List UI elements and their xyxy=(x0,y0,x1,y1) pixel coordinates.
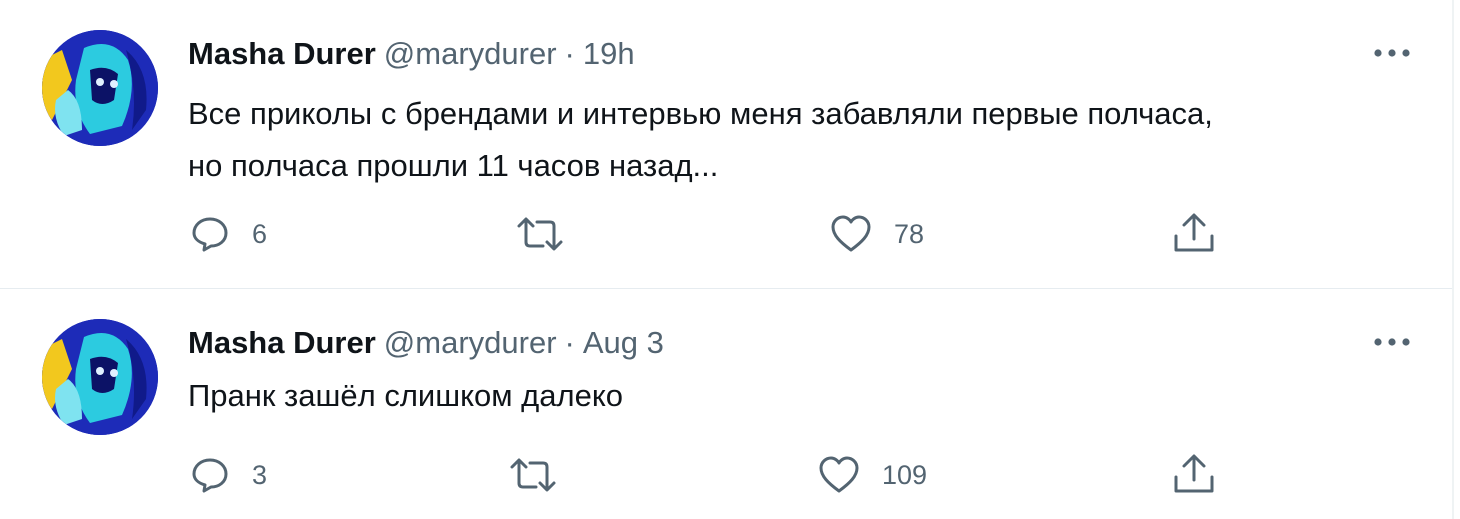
reply-button[interactable]: 6 xyxy=(190,214,267,254)
tweet-text-line: Пранк зашёл слишком далеко xyxy=(188,378,623,413)
like-count: 78 xyxy=(894,218,925,249)
like-count: 109 xyxy=(882,459,928,490)
author-name[interactable]: Masha Durer xyxy=(188,325,376,360)
author-handle[interactable]: @marydurer xyxy=(384,325,557,360)
avatar[interactable] xyxy=(42,30,158,146)
tweet-text: Пранк зашёл слишком далеко xyxy=(188,370,623,422)
retweet-button[interactable] xyxy=(515,214,587,254)
retweet-arrows-icon xyxy=(515,214,565,254)
tweet-header: Masha Durer @marydurer · Aug 3 xyxy=(188,325,664,361)
heart-icon xyxy=(830,214,872,254)
like-button[interactable]: 78 xyxy=(830,214,924,254)
speech-bubble-icon xyxy=(190,455,230,495)
scroll-edge xyxy=(1452,0,1454,519)
reply-button[interactable]: 3 xyxy=(190,455,267,495)
timestamp[interactable]: 19h xyxy=(583,36,635,71)
tweet-text: Все приколы с брендами и интервью меня з… xyxy=(188,88,1213,192)
separator-dot: · xyxy=(564,36,575,71)
share-button[interactable] xyxy=(1172,453,1216,495)
retweet-button[interactable] xyxy=(508,455,580,495)
tweet-text-line: Все приколы с брендами и интервью меня з… xyxy=(188,96,1213,131)
author-handle[interactable]: @marydurer xyxy=(384,36,557,71)
like-button[interactable]: 109 xyxy=(818,455,927,495)
reply-count: 3 xyxy=(252,459,268,490)
more-dots-icon[interactable] xyxy=(1370,329,1414,355)
separator-dot: · xyxy=(564,325,575,360)
avatar[interactable] xyxy=(42,319,158,435)
tweet-header: Masha Durer @marydurer · 19h xyxy=(188,36,635,72)
heart-icon xyxy=(818,455,860,495)
retweet-arrows-icon xyxy=(508,455,558,495)
share-upload-icon xyxy=(1172,453,1216,495)
reply-count: 6 xyxy=(252,218,268,249)
timeline: Masha Durer @marydurer · 19h Все приколы с … xyxy=(0,0,1460,519)
tweet-text-line: но полчаса прошли 11 часов назад... xyxy=(188,148,719,183)
share-button[interactable] xyxy=(1172,212,1216,254)
more-dots-icon[interactable] xyxy=(1370,40,1414,66)
share-upload-icon xyxy=(1172,212,1216,254)
tweet[interactable]: Masha Durer @marydurer · 19h Все приколы с … xyxy=(0,0,1452,288)
timestamp[interactable]: Aug 3 xyxy=(583,325,664,360)
tweet[interactable]: Masha Durer @marydurer · Aug 3 Пранк зашёл … xyxy=(0,289,1452,519)
speech-bubble-icon xyxy=(190,214,230,254)
author-name[interactable]: Masha Durer xyxy=(188,36,376,71)
